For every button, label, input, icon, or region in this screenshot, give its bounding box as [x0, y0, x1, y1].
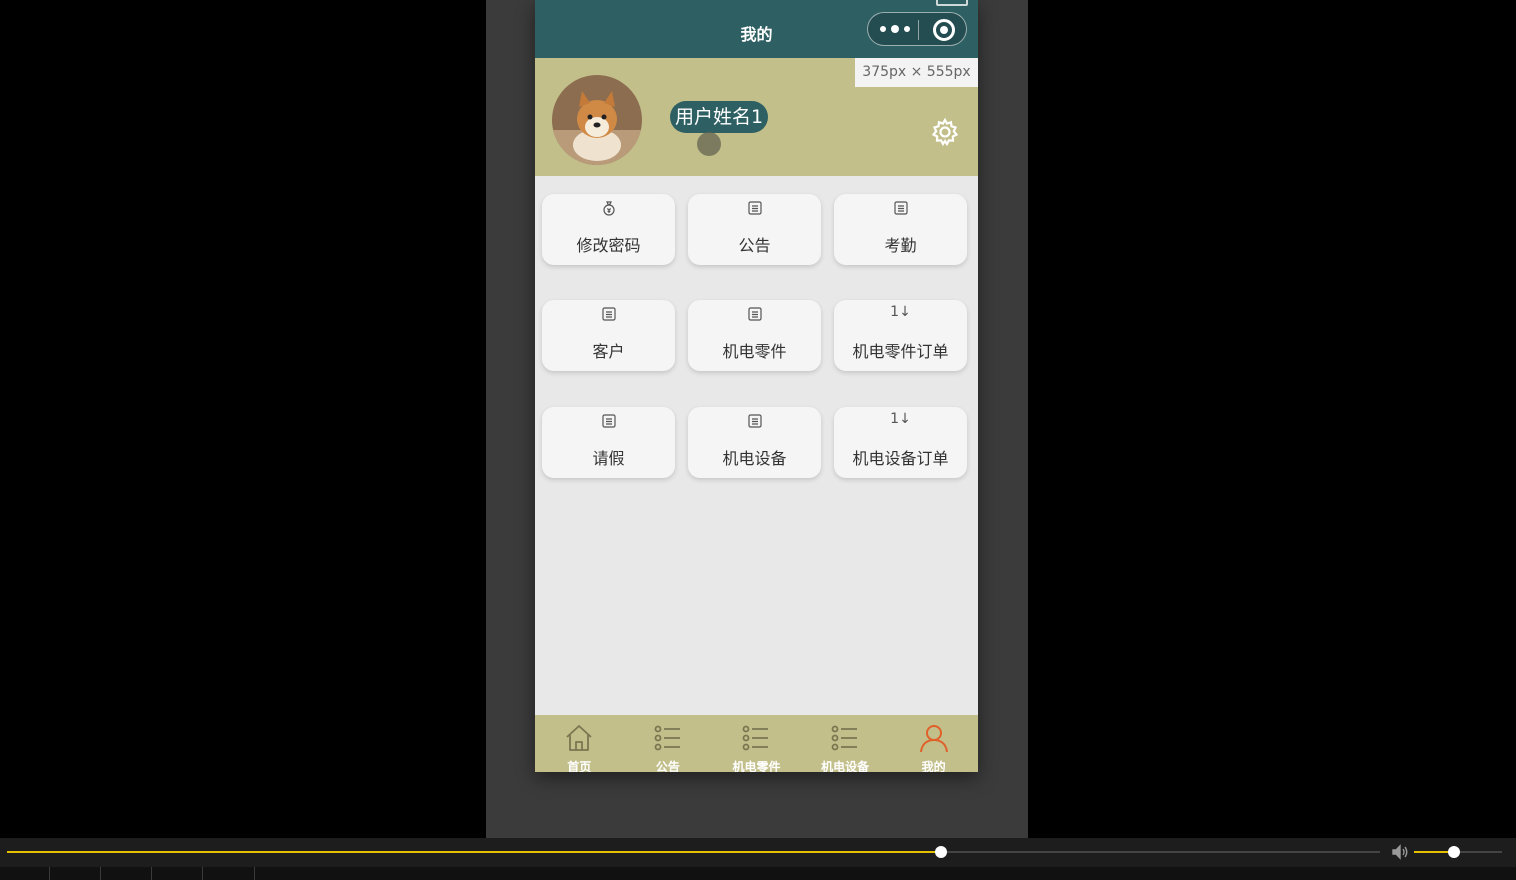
tab-bar: 首页 公告 机电零件 机电设备 我的 — [535, 715, 978, 772]
taskbar-strip — [0, 867, 1516, 880]
tab-parts[interactable]: 机电零件 — [712, 715, 801, 772]
menu-item-label: 公告 — [738, 236, 771, 255]
list-doc-icon — [602, 307, 616, 321]
menu-item-parts-order[interactable]: 1↓ 机电零件订单 — [834, 300, 967, 371]
menu-item-leave[interactable]: 请假 — [542, 407, 675, 478]
menu-item-label: 请假 — [592, 449, 625, 468]
taskbar-cell — [203, 867, 255, 880]
list-doc-icon — [894, 201, 908, 215]
size-tooltip: 375px × 555px — [855, 58, 978, 87]
menu-item-change-password[interactable]: 修改密码 — [542, 194, 675, 265]
list-icon — [654, 725, 680, 751]
volume-handle[interactable] — [1447, 846, 1460, 858]
volume-slider[interactable] — [1414, 846, 1502, 858]
progress-fill — [7, 851, 941, 853]
taskbar-cell — [152, 867, 203, 880]
progress-handle[interactable] — [934, 846, 947, 858]
tab-home[interactable]: 首页 — [535, 715, 624, 772]
user-icon — [919, 725, 948, 753]
list-doc-icon — [748, 307, 762, 321]
menu-item-label: 机电设备订单 — [852, 449, 949, 468]
home-icon — [566, 725, 592, 751]
list-doc-icon — [748, 201, 762, 215]
menu-item-label: 机电零件 — [722, 342, 787, 361]
menu-item-equipment[interactable]: 机电设备 — [688, 407, 821, 478]
taskbar-cell — [0, 867, 50, 880]
menu-item-label: 修改密码 — [576, 236, 641, 255]
tab-label: 我的 — [921, 760, 946, 772]
tab-equipment[interactable]: 机电设备 — [801, 715, 890, 772]
capsule-divider — [918, 20, 919, 40]
tab-label: 公告 — [655, 760, 680, 772]
list-icon — [743, 725, 769, 751]
taskbar-cell — [101, 867, 152, 880]
list-icon — [831, 725, 858, 751]
tab-label: 机电零件 — [732, 760, 781, 772]
touch-indicator — [697, 132, 721, 156]
shiba-dog-avatar-image — [552, 75, 642, 165]
close-target-icon[interactable] — [933, 19, 955, 41]
menu-item-label: 机电设备 — [722, 449, 787, 468]
menu-item-label: 机电零件订单 — [852, 342, 949, 361]
menu-item-customer[interactable]: 客户 — [542, 300, 675, 371]
menu-item-label: 客户 — [592, 342, 625, 361]
tab-announcement[interactable]: 公告 — [624, 715, 713, 772]
phone-screen: 我的 用户姓名1 375px × 555px 修改密码 公告 考勤 客户 机电零… — [535, 0, 978, 772]
gear-icon[interactable] — [930, 117, 960, 147]
username-label[interactable]: 用户姓名1 — [670, 101, 769, 133]
menu-item-label: 考勤 — [884, 236, 917, 255]
volume-icon[interactable] — [1391, 843, 1409, 861]
more-menu-icon[interactable] — [880, 22, 910, 36]
menu-item-equipment-order[interactable]: 1↓ 机电设备订单 — [834, 407, 967, 478]
menu-item-parts[interactable]: 机电零件 — [688, 300, 821, 371]
menu-item-attendance[interactable]: 考勤 — [834, 194, 967, 265]
tab-mine[interactable]: 我的 — [889, 715, 978, 772]
progress-slider[interactable] — [7, 846, 1380, 858]
sort-icon: 1↓ — [890, 304, 911, 320]
taskbar-cell — [50, 867, 101, 880]
tab-label: 首页 — [567, 760, 592, 772]
video-player-bar — [0, 838, 1516, 867]
money-bag-icon — [603, 201, 615, 216]
sort-icon: 1↓ — [890, 411, 911, 427]
menu-item-announcement[interactable]: 公告 — [688, 194, 821, 265]
list-doc-icon — [748, 414, 762, 428]
tab-label: 机电设备 — [821, 760, 870, 772]
list-doc-icon — [602, 414, 616, 428]
avatar[interactable] — [552, 75, 642, 165]
mini-program-capsule — [867, 12, 967, 46]
battery-icon — [936, 0, 968, 6]
navigation-bar: 我的 — [535, 0, 978, 58]
